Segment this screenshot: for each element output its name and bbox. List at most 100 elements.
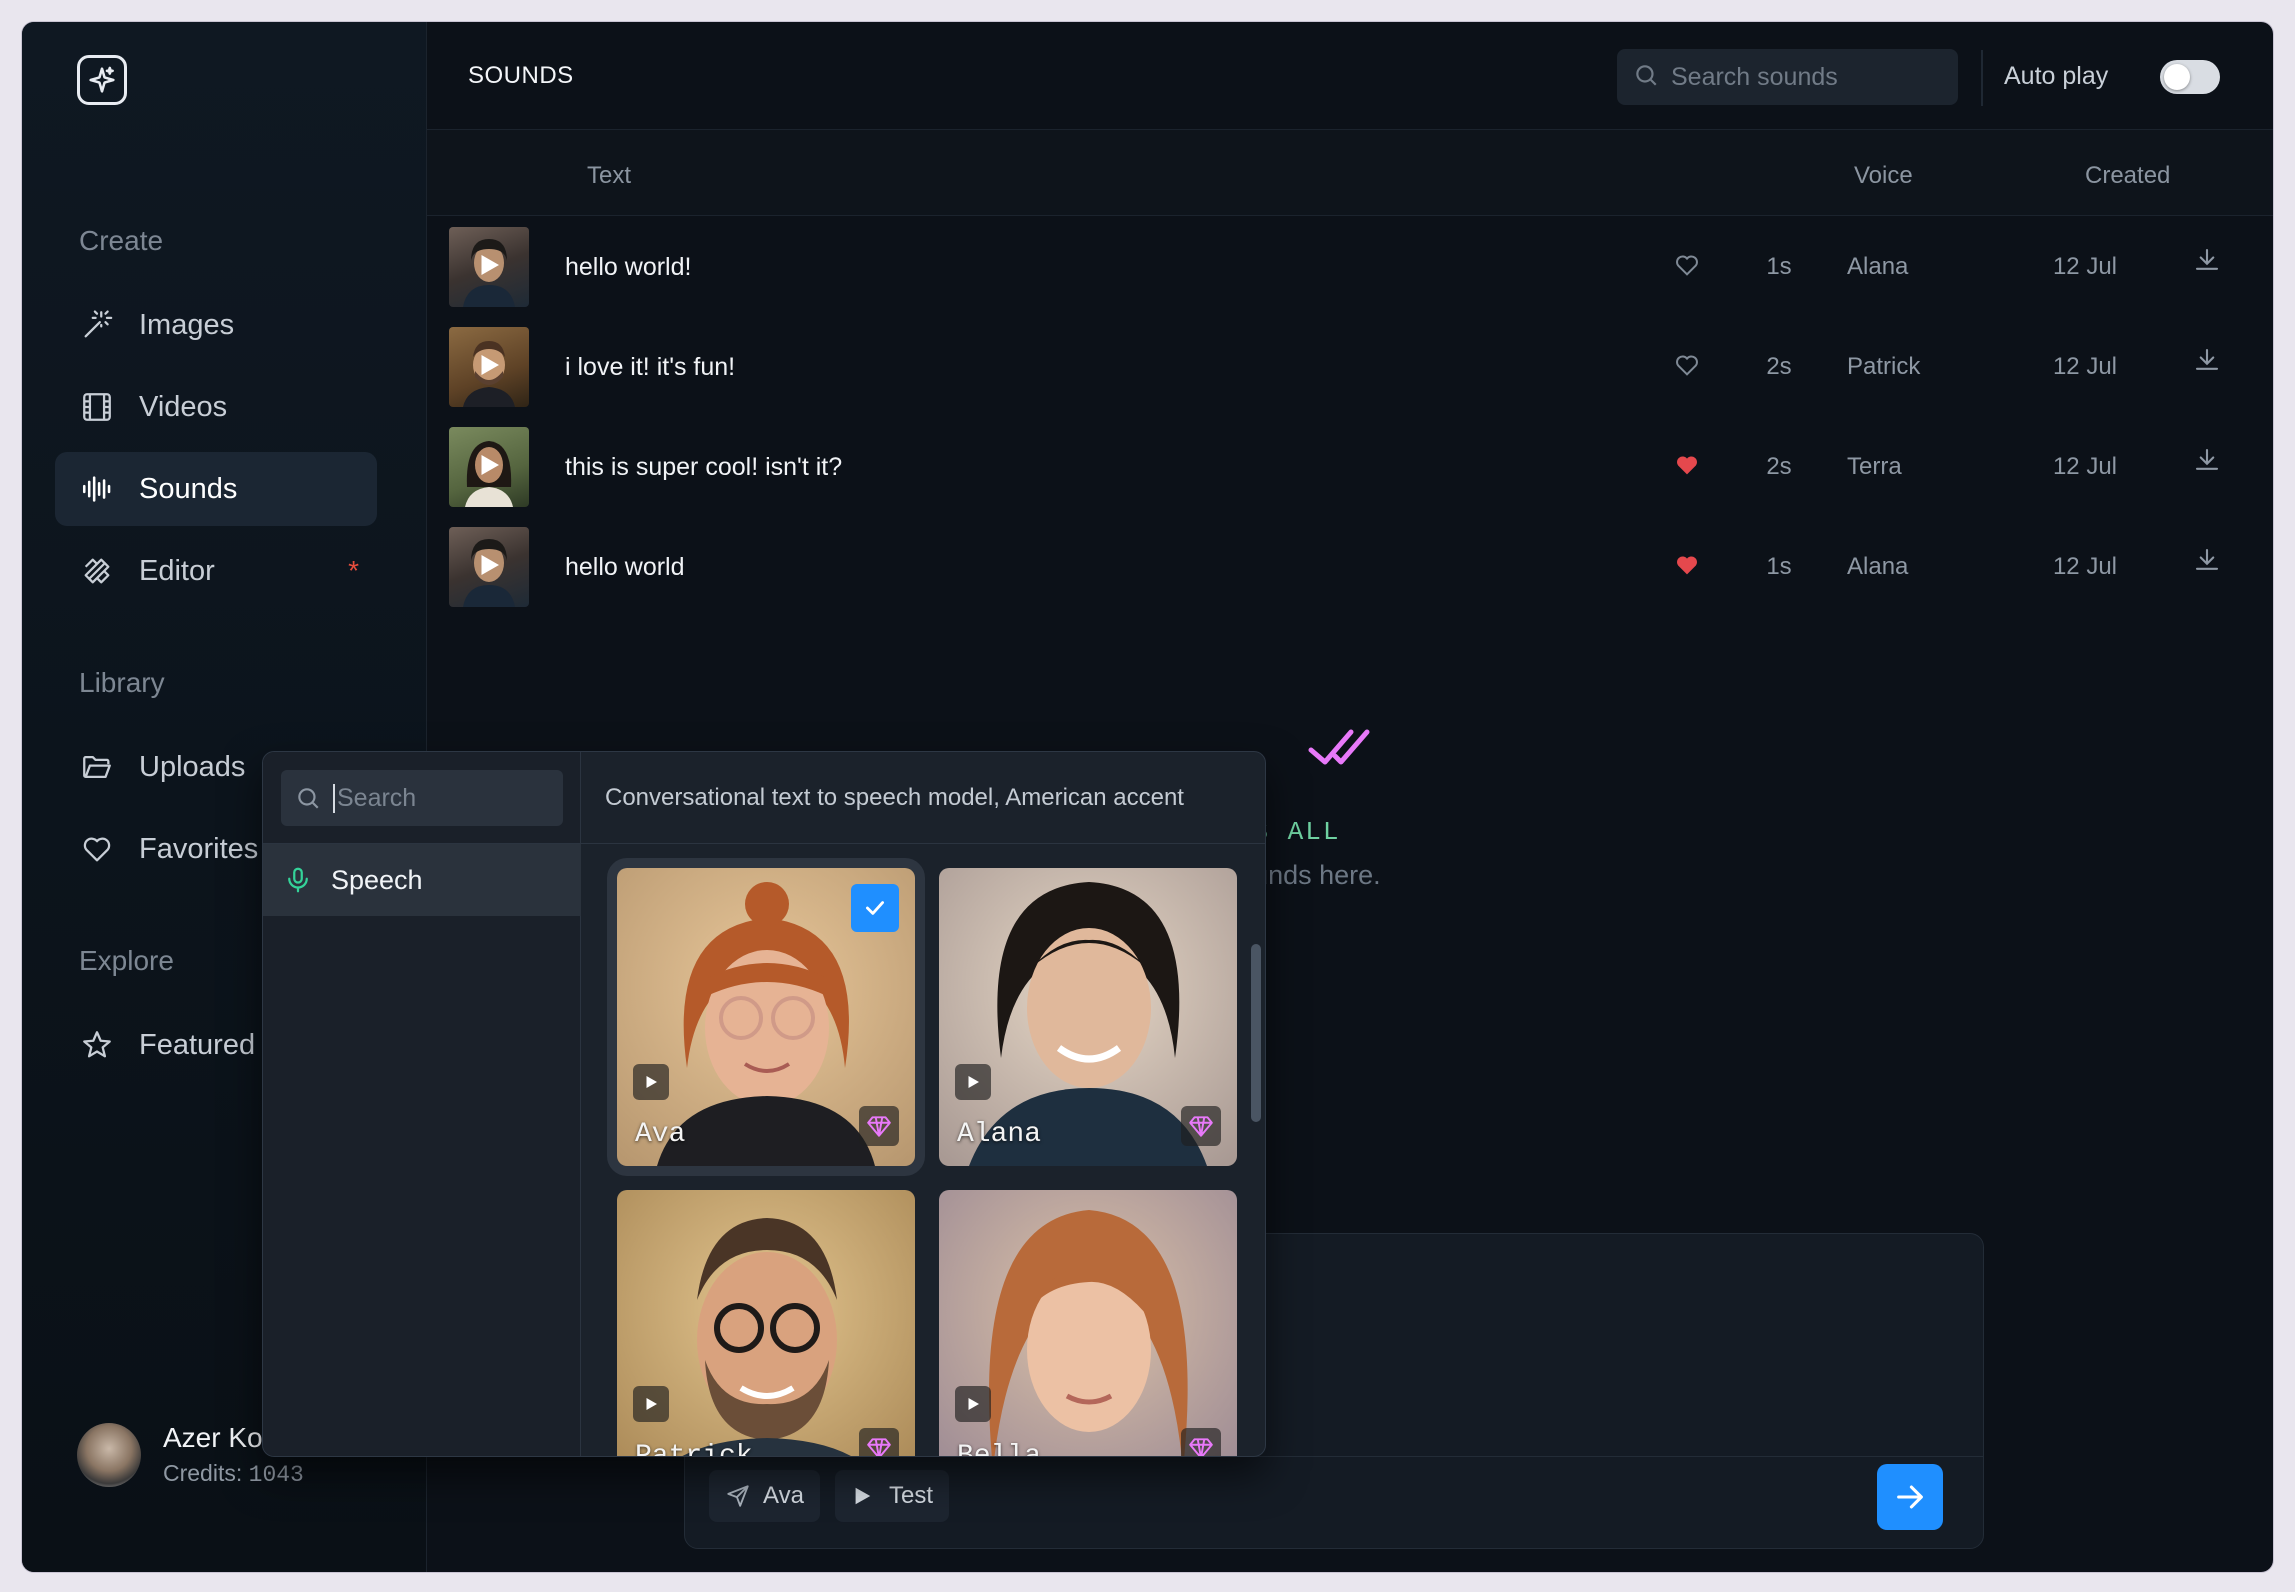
toggle-knob	[2164, 64, 2190, 90]
play-icon	[474, 250, 504, 285]
sidebar-item-editor[interactable]: Editor *	[55, 534, 377, 608]
table-row[interactable]: this is super cool! isn't it? 2s Terra 1…	[427, 417, 2273, 517]
page-title: SOUNDS	[468, 62, 574, 89]
voice-card-bella[interactable]: Bella	[939, 1190, 1237, 1456]
search-icon	[295, 785, 321, 811]
voice-chip-label: Ava	[763, 1482, 804, 1509]
sidebar-item-label: Editor	[139, 554, 215, 587]
sound-text: hello world	[565, 553, 685, 581]
microphone-icon	[283, 865, 313, 895]
download-icon[interactable]	[2192, 545, 2226, 579]
sidebar-item-label: Uploads	[139, 750, 246, 783]
favorite-heart-filled-icon[interactable]	[1673, 551, 1701, 579]
play-icon	[474, 450, 504, 485]
sidebar-item-label: Videos	[139, 390, 228, 423]
card-play-icon[interactable]	[955, 1064, 991, 1100]
download-icon[interactable]	[2192, 345, 2226, 379]
card-play-icon[interactable]	[633, 1386, 669, 1422]
favorite-heart-filled-icon[interactable]	[1673, 451, 1701, 479]
autoplay-toggle[interactable]	[2160, 60, 2220, 94]
editor-badge: *	[348, 555, 359, 586]
star-icon	[79, 1027, 115, 1063]
model-description: Conversational text to speech model, Ame…	[605, 784, 1184, 811]
app-logo-icon[interactable]	[77, 55, 127, 105]
download-icon[interactable]	[2192, 445, 2226, 479]
heart-icon	[79, 831, 115, 867]
waveform-icon	[79, 471, 115, 507]
voice-card-alana[interactable]: Alana	[939, 868, 1237, 1166]
premium-gem-icon	[859, 1106, 899, 1146]
sidebar-item-label: Sounds	[139, 472, 238, 505]
favorite-heart-icon[interactable]	[1673, 351, 1701, 379]
send-arrow-icon	[725, 1483, 751, 1509]
sound-thumbnail[interactable]	[449, 227, 529, 307]
sidebar-item-images[interactable]: Images	[55, 288, 377, 362]
sound-text: i love it! it's fun!	[565, 353, 736, 381]
card-play-icon[interactable]	[633, 1064, 669, 1100]
category-speech[interactable]: Speech	[263, 844, 581, 916]
test-chip[interactable]: Test	[835, 1470, 950, 1522]
voice-search-input[interactable]	[333, 783, 553, 813]
header-divider	[1981, 50, 1983, 106]
sound-text: hello world!	[565, 253, 692, 281]
table-row[interactable]: hello world! 1s Alana 12 Jul	[427, 217, 2273, 317]
column-text: Text	[587, 162, 632, 189]
created-date: 12 Jul	[2052, 353, 2117, 380]
duration: 2s	[1766, 353, 1792, 380]
autoplay-label: Auto play	[2004, 62, 2109, 90]
table-row[interactable]: i love it! it's fun! 2s Patrick 12 Jul	[427, 317, 2273, 417]
duration: 1s	[1766, 553, 1792, 580]
voice-grid-scrollbar[interactable]	[1251, 944, 1261, 1122]
sidebar-item-label: Featured	[139, 1028, 256, 1061]
film-icon	[79, 389, 115, 425]
nav-section-explore: Explore	[79, 945, 174, 976]
play-icon	[851, 1485, 873, 1507]
voice-name: Patrick	[1847, 353, 1921, 380]
favorite-heart-icon[interactable]	[1673, 251, 1701, 279]
nav-section-library: Library	[79, 667, 165, 698]
premium-gem-icon	[859, 1428, 899, 1456]
send-button[interactable]	[1877, 1464, 1943, 1530]
card-play-icon[interactable]	[955, 1386, 991, 1422]
voice-chip[interactable]: Ava	[709, 1470, 820, 1522]
sidebar-item-videos[interactable]: Videos	[55, 370, 377, 444]
column-created: Created	[2085, 162, 2171, 189]
table-header: Text Voice Created	[427, 130, 2273, 216]
download-icon[interactable]	[2192, 245, 2226, 279]
sound-thumbnail[interactable]	[449, 427, 529, 507]
app-window: Create Images Videos Sounds Editor * Lib…	[22, 22, 2273, 1572]
tools-icon	[79, 553, 115, 589]
avatar	[77, 1423, 141, 1487]
table-row[interactable]: hello world 1s Alana 12 Jul	[427, 517, 2273, 617]
sound-thumbnail[interactable]	[449, 327, 529, 407]
nav-section-create: Create	[79, 225, 164, 256]
sidebar-item-sounds[interactable]: Sounds	[55, 452, 377, 526]
voice-card-ava[interactable]: Ava	[607, 858, 925, 1176]
arrow-right-icon	[1893, 1480, 1927, 1514]
folder-icon	[79, 749, 115, 785]
voice-name: Alana	[1847, 553, 1909, 580]
voice-picker-popover: Speech Conversational text to speech mod…	[262, 751, 1266, 1457]
premium-gem-icon	[1181, 1428, 1221, 1456]
play-icon	[474, 550, 504, 585]
sidebar-item-label: Images	[139, 308, 235, 341]
voice-name: Alana	[957, 1119, 1042, 1150]
magic-wand-icon	[79, 307, 115, 343]
voice-name: Bella	[957, 1441, 1041, 1456]
created-date: 12 Jul	[2052, 553, 2117, 580]
selected-check-icon	[851, 884, 899, 932]
voice-name: Terra	[1847, 453, 1902, 480]
column-voice: Voice	[1854, 162, 1913, 189]
header: SOUNDS Auto play	[427, 22, 2273, 130]
duration: 2s	[1766, 453, 1792, 480]
voice-card-patrick[interactable]: Patrick	[617, 1190, 915, 1456]
category-label: Speech	[331, 864, 423, 895]
search-sounds[interactable]	[1617, 49, 1958, 105]
premium-gem-icon	[1181, 1106, 1221, 1146]
search-input[interactable]	[1671, 62, 1931, 92]
voice-search[interactable]	[281, 770, 563, 826]
credits-value: 1043	[248, 1462, 304, 1488]
sound-thumbnail[interactable]	[449, 527, 529, 607]
sidebar-item-label: Favorites	[139, 832, 259, 865]
voice-name: Patrick	[635, 1441, 753, 1456]
